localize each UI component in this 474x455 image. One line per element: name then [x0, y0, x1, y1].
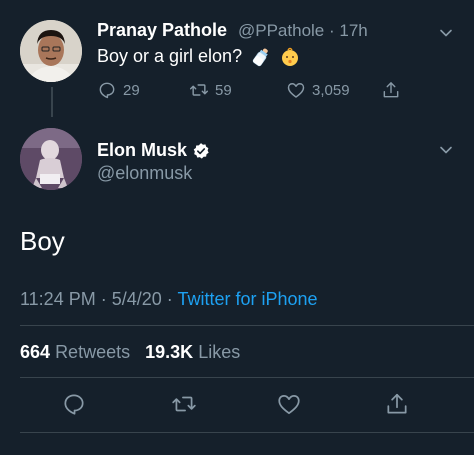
tweet-date[interactable]: 5/4/20 — [112, 289, 162, 309]
reply-time[interactable]: 17h — [339, 21, 367, 40]
baby-bottle-emoji — [251, 47, 271, 67]
share-icon — [387, 393, 407, 414]
tweet-time[interactable]: 11:24 PM — [20, 289, 96, 309]
verified-badge-icon — [193, 142, 209, 159]
avatar-pranay[interactable] — [20, 20, 82, 82]
like-count: 3,059 — [312, 81, 350, 99]
like-button[interactable] — [276, 391, 302, 417]
reply-author-handle[interactable]: @PPathole — [238, 21, 324, 40]
author-name-row[interactable]: Elon Musk — [97, 140, 210, 161]
reply-count: 29 — [123, 81, 140, 99]
tweet-timestamp-row: 11:24 PM · 5/4/20 · Twitter for iPhone — [20, 289, 318, 310]
timestamp-separator: · — [100, 289, 112, 309]
divider — [20, 325, 474, 326]
chevron-down-icon[interactable] — [439, 26, 453, 40]
reply-action[interactable]: 29 — [97, 80, 140, 100]
divider — [20, 432, 474, 433]
avatar-photo-icon — [20, 128, 82, 190]
reply-icon — [99, 82, 115, 99]
meta-separator: · — [329, 21, 340, 40]
tweet-text: Boy — [20, 226, 65, 256]
share-action[interactable] — [381, 80, 401, 100]
retweet-icon — [172, 396, 196, 412]
reply-button[interactable] — [61, 391, 87, 417]
retweets-stat[interactable]: 664 Retweets — [20, 342, 130, 362]
share-button[interactable] — [384, 391, 410, 417]
avatar-elon[interactable] — [20, 128, 82, 190]
tweet-stats: 664 Retweets 19.3K Likes — [20, 342, 240, 363]
retweet-icon — [189, 84, 209, 96]
chevron-down-icon[interactable] — [439, 143, 453, 157]
share-icon — [383, 82, 399, 98]
author-name[interactable]: Elon Musk — [97, 140, 187, 161]
thread-line — [51, 87, 53, 117]
like-icon — [278, 395, 300, 415]
retweet-action[interactable]: 59 — [189, 80, 232, 100]
reply-tweet-text: Boy or a girl elon? — [97, 46, 300, 67]
retweet-button[interactable] — [171, 391, 197, 417]
retweet-count: 59 — [215, 81, 232, 99]
retweets-count: 664 — [20, 342, 51, 362]
avatar-photo-icon — [20, 20, 82, 82]
retweets-label: Retweets — [55, 342, 131, 362]
reply-tweet-text-content: Boy or a girl elon? — [97, 46, 243, 66]
reply-author-meta: @PPathole · 17h — [238, 21, 368, 41]
baby-face-emoji — [280, 47, 300, 67]
likes-label: Likes — [198, 342, 241, 362]
divider — [20, 377, 474, 378]
author-handle[interactable]: @elonmusk — [97, 163, 192, 184]
tweet-source-link[interactable]: Twitter for iPhone — [177, 289, 317, 309]
like-action[interactable]: 3,059 — [286, 80, 350, 100]
like-icon — [287, 83, 305, 98]
reply-author-name[interactable]: Pranay Pathole — [97, 20, 227, 41]
likes-count: 19.3K — [145, 342, 194, 362]
likes-stat[interactable]: 19.3K Likes — [145, 342, 240, 362]
reply-icon — [64, 394, 84, 415]
timestamp-separator: · — [166, 289, 178, 309]
